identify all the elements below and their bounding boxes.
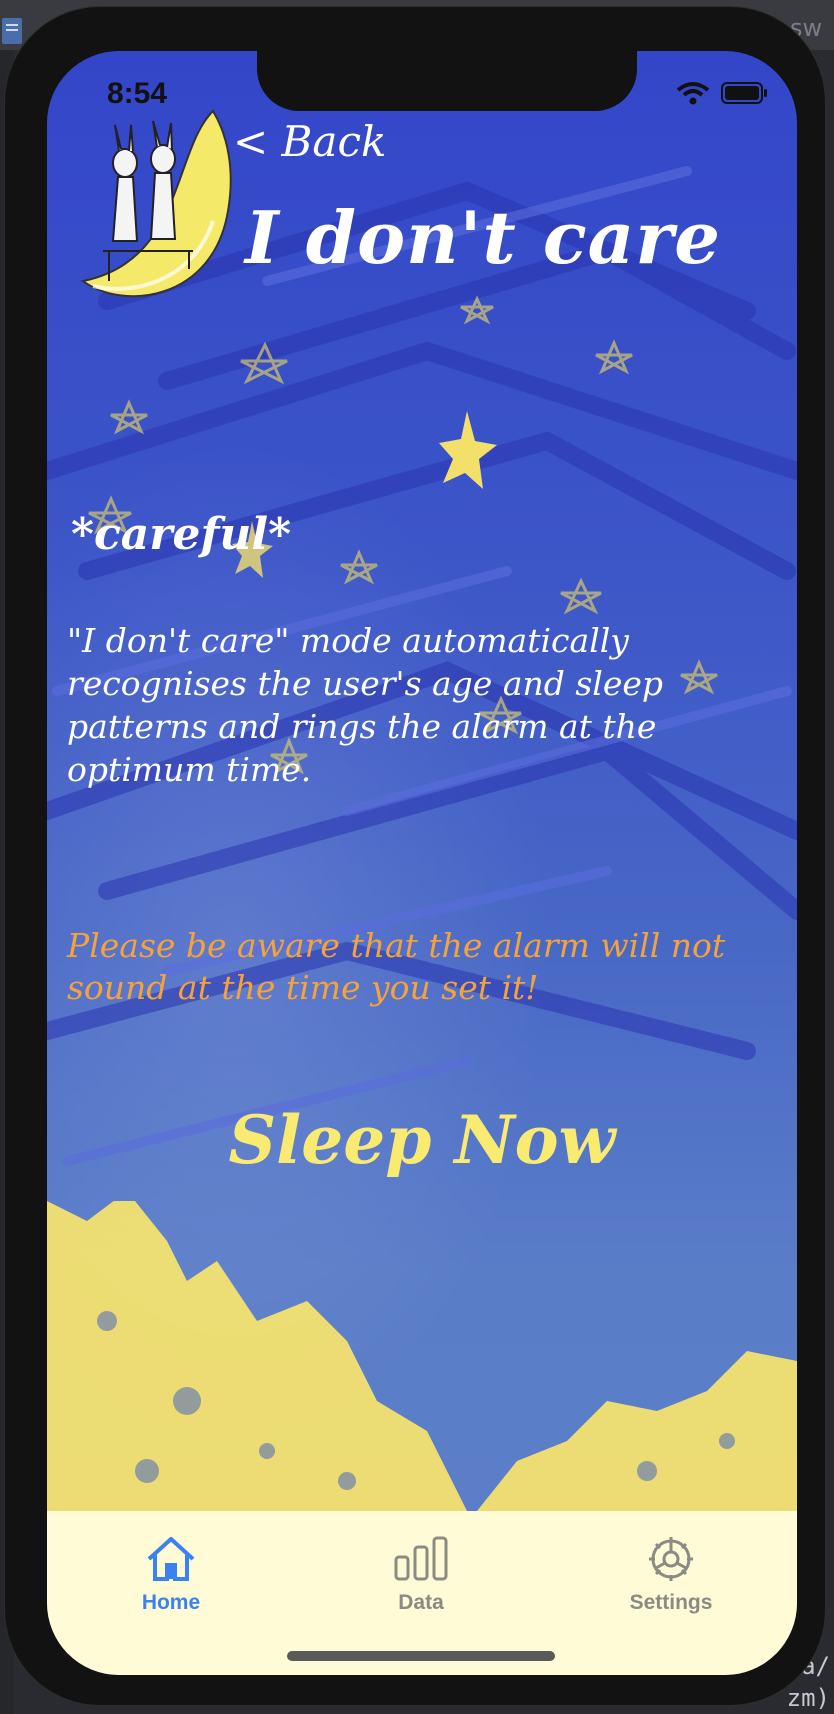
gear-icon (649, 1537, 693, 1581)
sleep-now-button[interactable]: Sleep Now (47, 1101, 797, 1179)
moon-rabbits-logo (80, 109, 232, 298)
phone-frame: 8:54 < Back I don't care *careful* "I do… (4, 6, 826, 1706)
home-indicator[interactable] (287, 1651, 555, 1661)
status-time: 8:54 (107, 77, 168, 110)
tab-data[interactable]: Data (351, 1535, 491, 1615)
page-title: I don't care (245, 195, 722, 280)
tab-settings-label: Settings (629, 1591, 713, 1614)
yellow-grass-decoration (47, 1201, 797, 1511)
app-screen: 8:54 < Back I don't care *careful* "I do… (47, 51, 797, 1675)
tab-home[interactable]: Home (101, 1535, 241, 1615)
status-icons (676, 81, 769, 109)
camera-notch (257, 51, 637, 111)
bar-chart-icon (394, 1536, 448, 1581)
wifi-icon (676, 82, 710, 105)
tab-settings[interactable]: Settings (601, 1535, 741, 1615)
tab-data-label: Data (398, 1591, 444, 1614)
battery-icon (721, 82, 767, 104)
alarm-warning: Please be aware that the alarm will not … (67, 926, 726, 1007)
caution-heading: *careful* (71, 509, 292, 560)
tab-home-label: Home (141, 1591, 201, 1614)
back-button[interactable]: < Back (233, 117, 386, 166)
mode-description: "I don't care" mode automatically recogn… (67, 621, 664, 789)
home-icon (147, 1537, 195, 1581)
